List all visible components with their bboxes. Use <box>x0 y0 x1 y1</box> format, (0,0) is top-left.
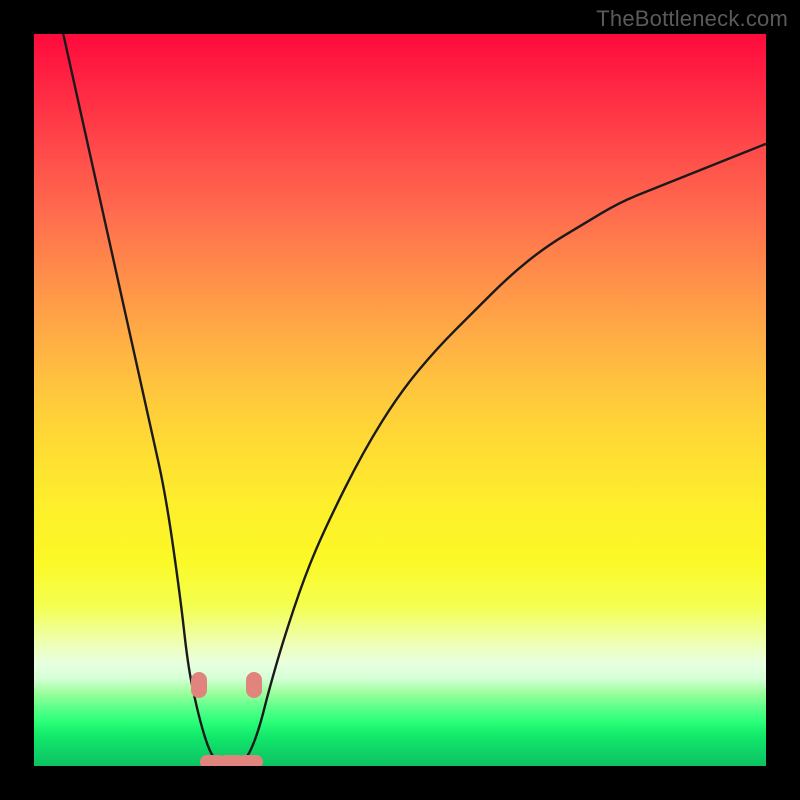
marker-cluster-right <box>246 672 262 698</box>
attribution-text: TheBottleneck.com <box>596 6 788 32</box>
curve-left-branch <box>63 34 224 766</box>
plot-area <box>34 34 766 766</box>
marker-bottom-right <box>237 755 263 766</box>
bottleneck-curve <box>34 34 766 766</box>
curve-right-branch <box>239 144 766 766</box>
chart-frame: TheBottleneck.com <box>0 0 800 800</box>
marker-cluster-left <box>191 672 207 698</box>
